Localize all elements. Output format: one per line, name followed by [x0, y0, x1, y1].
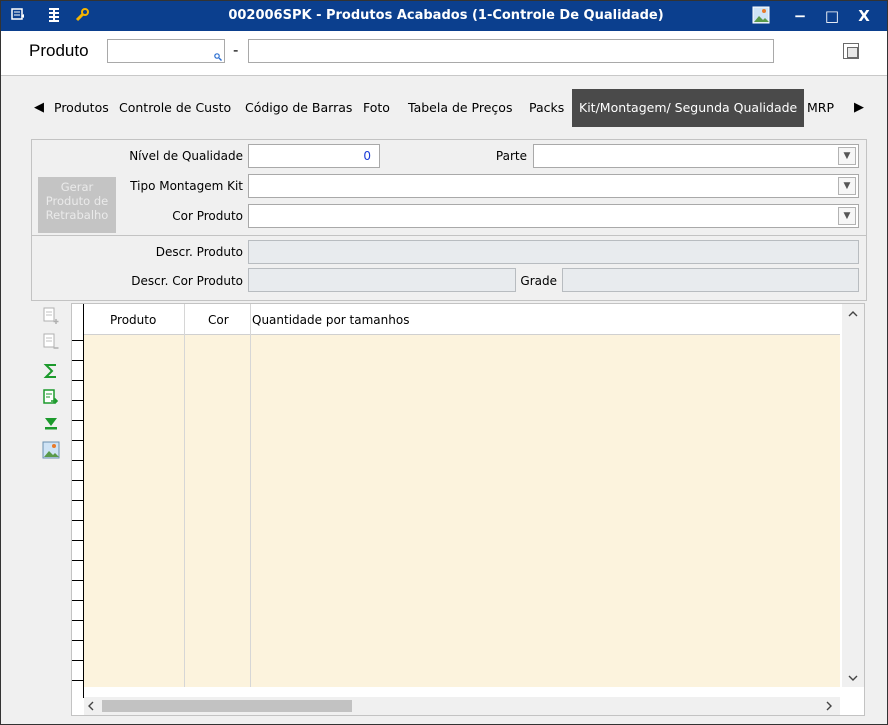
- grade-field: [562, 268, 859, 292]
- descr-cor-produto-label: Descr. Cor Produto: [131, 274, 243, 288]
- tab-bar: ◀ Produtos Controle de Custo Código de B…: [29, 89, 869, 127]
- column-header-quantidade[interactable]: Quantidade por tamanhos: [252, 313, 409, 327]
- picture-icon[interactable]: [751, 6, 771, 26]
- tab-foto[interactable]: Foto: [363, 89, 390, 127]
- export-icon[interactable]: [41, 389, 61, 409]
- tipo-montagem-label: Tipo Montagem Kit: [130, 179, 243, 193]
- nivel-value: 0: [363, 149, 371, 163]
- scroll-down-icon[interactable]: [848, 672, 858, 687]
- horizontal-scrollbar[interactable]: [84, 697, 840, 715]
- nivel-label: Nível de Qualidade: [129, 149, 243, 163]
- close-button[interactable]: X: [851, 5, 877, 27]
- sum-icon[interactable]: [41, 363, 61, 383]
- minimize-button[interactable]: −: [787, 5, 813, 27]
- produto-code-field[interactable]: [107, 39, 225, 63]
- tab-packs[interactable]: Packs: [529, 89, 564, 127]
- vertical-scrollbar[interactable]: [842, 304, 864, 687]
- column-divider: [184, 304, 185, 687]
- copy-icon[interactable]: [843, 43, 859, 59]
- chevron-down-icon[interactable]: ▼: [838, 177, 856, 195]
- produto-separator: -: [233, 41, 239, 59]
- tree-icon[interactable]: [45, 7, 63, 25]
- descr-produto-label: Descr. Produto: [155, 245, 243, 259]
- column-header-cor[interactable]: Cor: [208, 313, 229, 327]
- tipo-montagem-kit-select[interactable]: ▼: [248, 174, 859, 198]
- tab-produtos[interactable]: Produtos: [54, 89, 109, 127]
- chevron-down-icon[interactable]: ▼: [838, 207, 856, 225]
- tab-tabela-de-precos[interactable]: Tabela de Preços: [408, 89, 512, 127]
- items-grid[interactable]: Produto Cor Quantidade por tamanhos: [71, 303, 865, 716]
- produto-description-field[interactable]: [248, 39, 774, 63]
- nivel-de-qualidade-field[interactable]: 0: [248, 144, 380, 168]
- parte-select[interactable]: ▼: [533, 144, 859, 168]
- cor-produto-label: Cor Produto: [172, 209, 243, 223]
- product-header-row: Produto -: [1, 31, 887, 76]
- tab-controle-de-custo[interactable]: Controle de Custo: [119, 89, 231, 127]
- tab-codigo-de-barras[interactable]: Código de Barras: [245, 89, 352, 127]
- column-header-produto[interactable]: Produto: [110, 313, 156, 327]
- wrench-icon[interactable]: [73, 7, 91, 25]
- scroll-left-icon[interactable]: [86, 700, 96, 715]
- add-row-icon[interactable]: [41, 307, 61, 327]
- row-indicator-column: [72, 304, 84, 698]
- tab-scroll-right-icon[interactable]: ▶: [849, 89, 869, 127]
- tab-mrp[interactable]: MRP: [807, 89, 834, 127]
- search-icon[interactable]: [214, 53, 222, 61]
- tab-scroll-left-icon[interactable]: ◀: [29, 89, 49, 127]
- application-window: 002006SPK - Produtos Acabados (1-Control…: [0, 0, 888, 725]
- scroll-right-icon[interactable]: [824, 700, 834, 715]
- chevron-down-icon[interactable]: ▼: [838, 147, 856, 165]
- descr-produto-field: [248, 240, 859, 264]
- move-bottom-icon[interactable]: [41, 415, 61, 435]
- produto-label: Produto: [29, 41, 89, 60]
- maximize-button[interactable]: □: [819, 5, 845, 27]
- descr-cor-produto-field: [248, 268, 516, 292]
- remove-row-icon[interactable]: [41, 333, 61, 353]
- title-bar[interactable]: 002006SPK - Produtos Acabados (1-Control…: [1, 1, 887, 31]
- cor-produto-select[interactable]: ▼: [248, 204, 859, 228]
- window-menu-icon[interactable]: [9, 7, 27, 25]
- column-divider: [250, 304, 251, 687]
- grid-header: Produto Cor Quantidade por tamanhos: [84, 304, 840, 335]
- parte-label: Parte: [495, 149, 527, 163]
- window-title: 002006SPK - Produtos Acabados (1-Control…: [228, 8, 664, 23]
- grid-body[interactable]: [84, 335, 840, 687]
- grade-label: Grade: [520, 274, 557, 288]
- horizontal-scroll-thumb[interactable]: [102, 700, 352, 712]
- image-icon[interactable]: [41, 441, 61, 461]
- tab-kit-montagem[interactable]: Kit/Montagem/ Segunda Qualidade: [572, 89, 805, 127]
- scroll-up-icon[interactable]: [848, 308, 858, 323]
